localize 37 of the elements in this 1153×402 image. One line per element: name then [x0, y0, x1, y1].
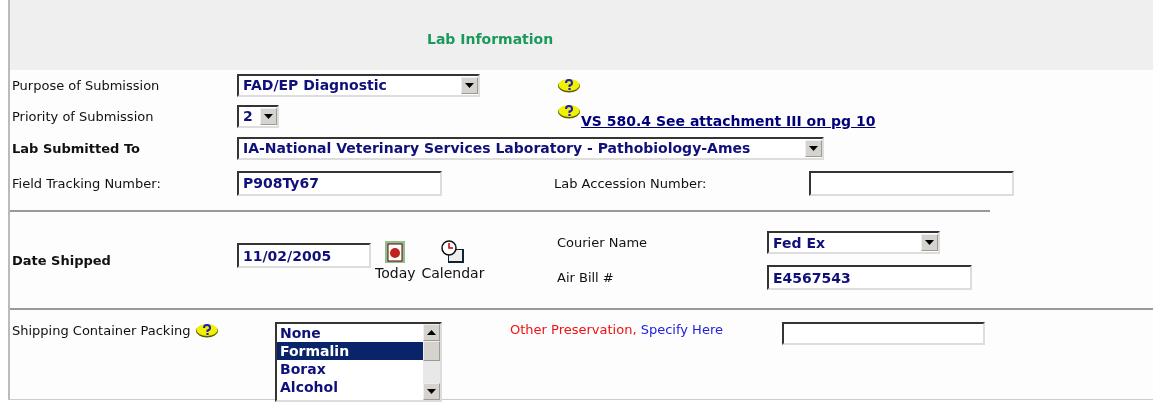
- list-option[interactable]: Alcohol: [277, 378, 423, 396]
- field-label: Courier Name: [557, 235, 649, 250]
- field-label: Field Tracking Number:: [12, 175, 162, 191]
- field-label: Priority of Submission: [12, 108, 155, 124]
- accession-number-field[interactable]: [809, 170, 1014, 196]
- date-field[interactable]: 11/02/2005: [237, 243, 371, 268]
- calendar-page-icon: [383, 239, 408, 265]
- field-label: Air Bill #: [557, 270, 615, 285]
- field-hint: Specify Here: [640, 322, 723, 337]
- purpose-dropdown[interactable]: FAD/EP Diagnostic: [237, 73, 480, 97]
- courier-dropdown[interactable]: Fed Ex: [767, 231, 940, 254]
- packing-listbox[interactable]: None Formalin Borax Alcohol: [275, 322, 442, 402]
- scrollbar[interactable]: [423, 324, 440, 400]
- field-label: Date Shipped: [12, 252, 112, 268]
- clock-calendar-icon: [439, 239, 466, 265]
- other-preservation-field[interactable]: [782, 322, 985, 345]
- field-label: Shipping Container Packing: [12, 322, 191, 338]
- field-label: Lab Submitted To: [12, 140, 141, 156]
- lab-dropdown[interactable]: IA-National Veterinary Services Laboratory - Pathobiology-Ames: [237, 136, 824, 160]
- field-label: Lab Accession Number:: [554, 175, 708, 191]
- list-option[interactable]: Formalin: [277, 342, 423, 360]
- list-option[interactable]: Borax: [277, 360, 423, 378]
- help-icon[interactable]: [557, 103, 581, 119]
- calendar-button[interactable]: Calendar: [421, 239, 485, 281]
- air-bill-field[interactable]: E4567543: [767, 265, 972, 290]
- priority-dropdown[interactable]: 2: [237, 104, 279, 128]
- section-title: Lab Information: [427, 31, 554, 47]
- scroll-down-icon[interactable]: [427, 389, 436, 394]
- field-label: Other Preservation,: [510, 322, 637, 337]
- list-option[interactable]: None: [277, 324, 423, 342]
- help-icon[interactable]: [194, 322, 219, 338]
- field-label: Purpose of Submission: [12, 77, 161, 93]
- tracking-number-field[interactable]: P908Ty67: [237, 170, 442, 196]
- scroll-up-icon[interactable]: [427, 330, 436, 335]
- reference-link[interactable]: VS 580.4 See attachment III on pg 10: [581, 113, 876, 129]
- help-icon[interactable]: [557, 77, 581, 93]
- today-button[interactable]: Today: [375, 239, 416, 281]
